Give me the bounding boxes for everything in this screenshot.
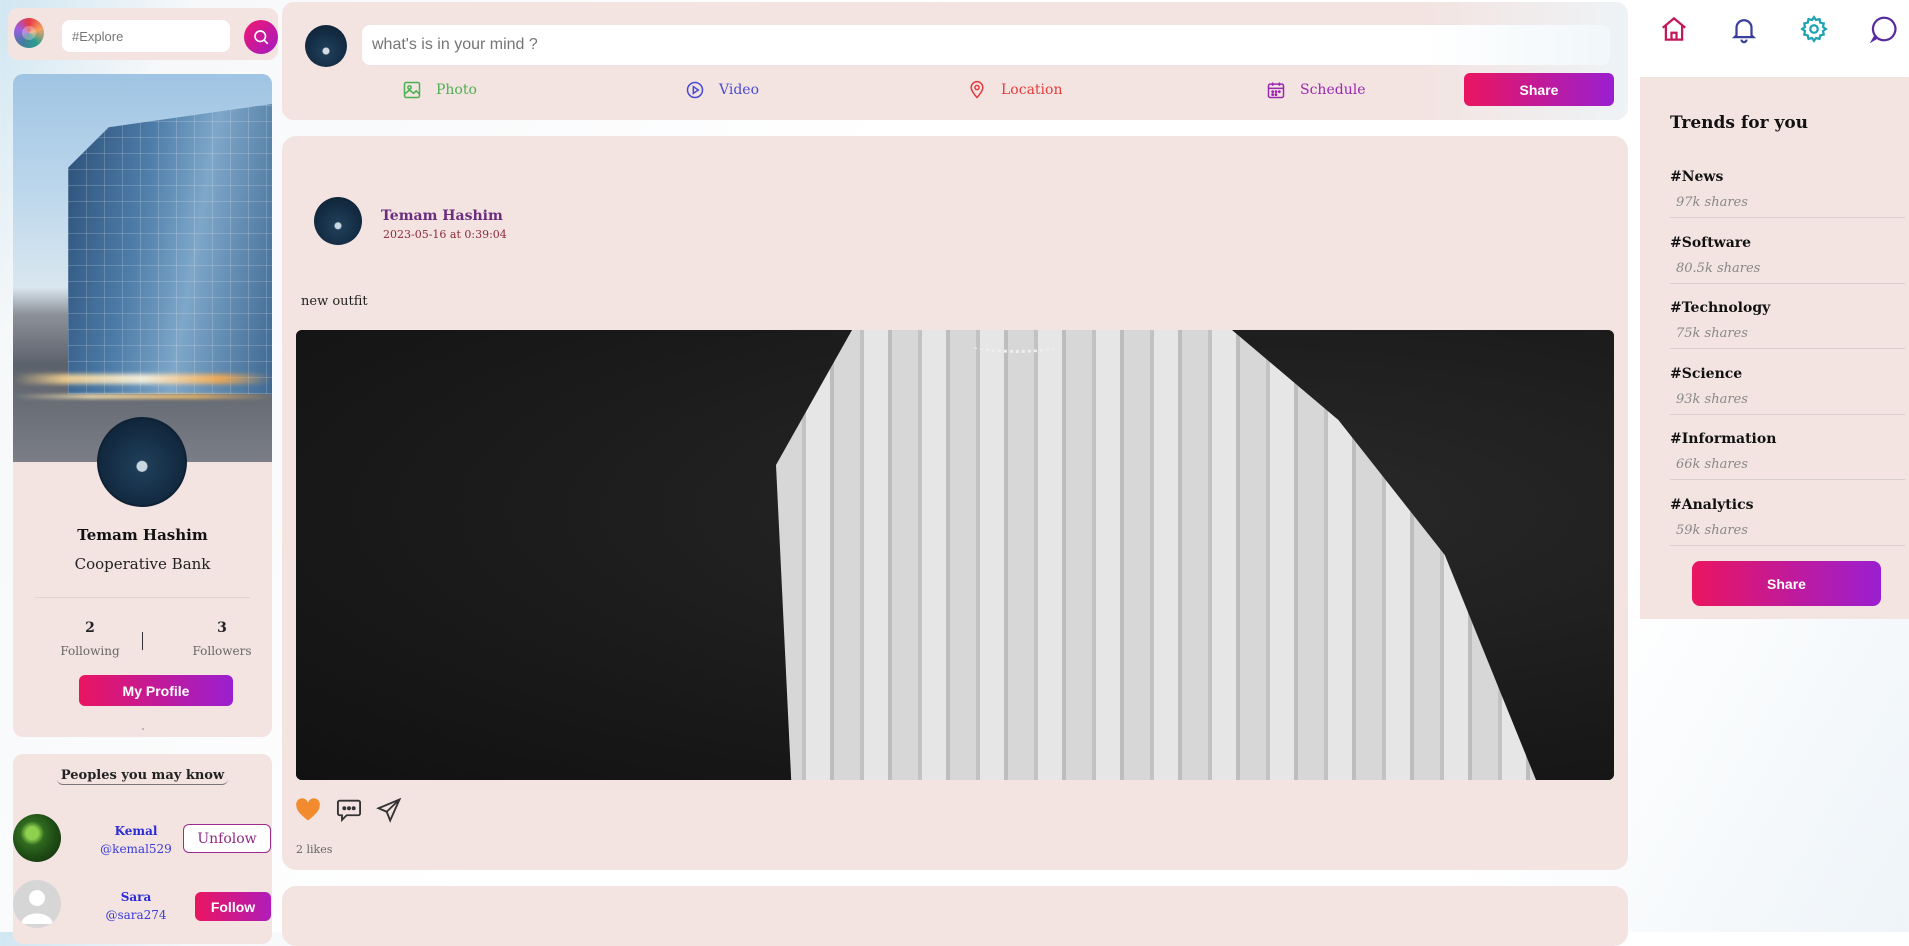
person-name: Sara <box>120 890 152 904</box>
trend-shares: 93k shares <box>1676 392 1748 407</box>
search-button[interactable] <box>244 20 278 54</box>
trend-item[interactable]: #Technology 75k shares <box>1670 300 1905 349</box>
trend-item[interactable]: #Software 80.5k shares <box>1670 235 1905 284</box>
location-label: Location <box>1001 82 1063 98</box>
stat-separator <box>142 632 143 650</box>
person-item: Kemal @kemal529 Unfolow <box>13 814 272 862</box>
map-pin-icon <box>970 80 984 99</box>
trend-shares: 75k shares <box>1676 326 1748 341</box>
cover-image <box>13 74 272 462</box>
chat-icon[interactable] <box>1869 14 1899 44</box>
trend-shares: 97k shares <box>1676 195 1748 210</box>
trend-item[interactable]: #Analytics 59k shares <box>1670 497 1905 546</box>
trend-tag: #Science <box>1670 366 1743 382</box>
trend-item[interactable]: #News 97k shares <box>1670 169 1905 218</box>
decorative-dot <box>142 728 144 730</box>
person-handle: @kemal529 <box>100 842 172 856</box>
send-icon[interactable] <box>375 796 403 824</box>
followers-label: Followers <box>192 644 252 658</box>
home-icon[interactable] <box>1659 14 1689 44</box>
trend-shares: 66k shares <box>1676 457 1748 472</box>
following-stat[interactable]: 2 Following <box>40 620 140 658</box>
followers-count: 3 <box>217 620 227 636</box>
person-avatar[interactable] <box>13 814 61 862</box>
play-circle-icon <box>686 81 704 99</box>
profile-name: Temam Hashim <box>77 526 208 544</box>
video-label: Video <box>719 82 760 98</box>
followers-stat[interactable]: 3 Followers <box>172 620 272 658</box>
post-author-avatar[interactable] <box>314 197 362 245</box>
schedule-label: Schedule <box>1300 82 1366 98</box>
video-option[interactable]: Video <box>685 80 759 100</box>
image-icon <box>403 81 421 99</box>
comment-icon[interactable] <box>335 796 363 824</box>
people-title: Peoples you may know <box>13 768 272 785</box>
next-post-card <box>282 886 1628 946</box>
search-icon <box>254 30 269 45</box>
trend-tag: #Information <box>1670 431 1777 447</box>
post-input[interactable] <box>362 25 1610 65</box>
post-timestamp: 2023-05-16 at 0:39:04 <box>383 228 507 241</box>
default-avatar-icon[interactable] <box>13 880 61 928</box>
trend-tag: #Analytics <box>1670 497 1754 513</box>
profile-card: Temam Hashim Cooperative Bank 2 Followin… <box>13 74 272 737</box>
gear-icon[interactable] <box>1799 14 1829 44</box>
person-item: Sara @sara274 Follow <box>13 880 272 928</box>
my-profile-button[interactable]: My Profile <box>79 675 233 706</box>
left-topbar <box>8 8 278 60</box>
post-text: new outfit <box>301 294 368 309</box>
trends-title: Trends for you <box>1670 113 1809 133</box>
divider <box>35 597 250 598</box>
composer-share-button[interactable]: Share <box>1464 73 1614 106</box>
heart-icon[interactable] <box>294 796 322 824</box>
trend-shares: 80.5k shares <box>1676 261 1761 276</box>
likes-count: 2 likes <box>296 843 333 856</box>
post-card: Temam Hashim 2023-05-16 at 0:39:04 new o… <box>282 136 1628 870</box>
follow-button[interactable]: Follow <box>195 892 271 921</box>
person-name: Kemal <box>114 824 158 838</box>
bell-icon[interactable] <box>1729 14 1759 44</box>
trend-item[interactable]: #Science 93k shares <box>1670 366 1905 415</box>
trend-tag: #News <box>1670 169 1724 185</box>
search-input[interactable] <box>62 20 230 52</box>
person-handle: @sara274 <box>105 908 167 922</box>
trends-card: Trends for you #News 97k shares #Softwar… <box>1640 77 1909 619</box>
trends-share-button[interactable]: Share <box>1692 561 1881 606</box>
schedule-option[interactable]: Schedule <box>1266 80 1365 100</box>
photo-label: Photo <box>436 82 477 98</box>
composer-avatar[interactable] <box>305 25 347 67</box>
trend-shares: 59k shares <box>1676 523 1748 538</box>
location-option[interactable]: Location <box>967 80 1062 100</box>
unfollow-button[interactable]: Unfolow <box>183 824 271 853</box>
profile-avatar[interactable] <box>97 417 187 507</box>
post-author-name[interactable]: Temam Hashim <box>381 208 503 224</box>
following-count: 2 <box>85 620 95 636</box>
trend-tag: #Software <box>1670 235 1752 251</box>
profile-company: Cooperative Bank <box>74 555 211 573</box>
photo-option[interactable]: Photo <box>402 80 477 100</box>
people-card: Peoples you may know Kemal @kemal529 Unf… <box>13 754 272 944</box>
trend-item[interactable]: #Information 66k shares <box>1670 431 1905 480</box>
post-composer: Photo Video Location Schedule Share <box>282 2 1628 120</box>
app-logo[interactable] <box>14 18 44 48</box>
calendar-icon <box>1267 82 1285 99</box>
following-label: Following <box>60 644 120 658</box>
post-image[interactable] <box>296 330 1614 780</box>
trend-tag: #Technology <box>1670 300 1771 316</box>
